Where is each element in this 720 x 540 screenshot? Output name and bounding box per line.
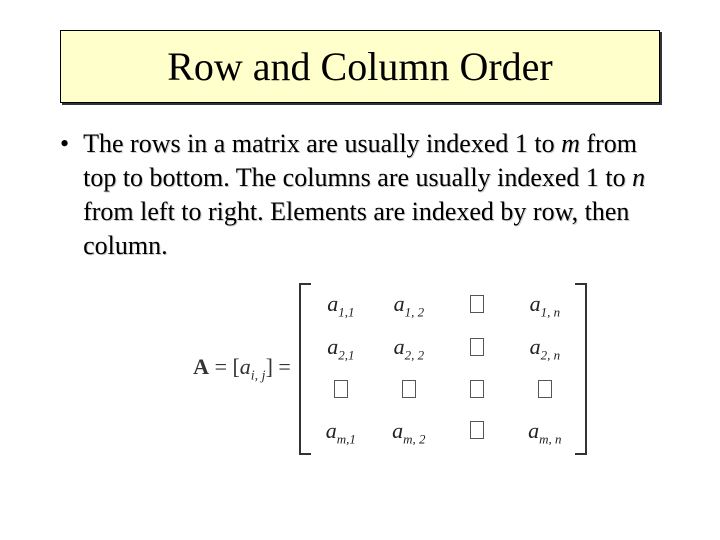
matrix-cell: [525, 378, 565, 404]
sub-ij: i, j: [251, 368, 266, 383]
cell-base: a: [392, 418, 403, 443]
matrix-cell: [389, 378, 429, 404]
sym-a: a: [240, 354, 251, 379]
matrix-cell: a2, n: [525, 334, 565, 363]
matrix: a1,1 a1, 2 a1, n a2,1 a2, 2 a2, n am,1 a…: [299, 283, 587, 455]
var-n: n: [632, 163, 645, 192]
bullet-post: from left to right. Elements are indexed…: [83, 197, 629, 260]
slide: Row and Column Order • The rows in a mat…: [0, 0, 720, 540]
placeholder-icon: [470, 380, 484, 398]
matrix-cell: a1, 2: [389, 291, 429, 320]
matrix-cell: a2,1: [321, 334, 361, 363]
cell-sub: 1, n: [541, 304, 561, 319]
sym-A: A: [193, 354, 209, 379]
title-box: Row and Column Order: [60, 30, 660, 103]
cell-sub: m,1: [337, 431, 356, 446]
cell-base: a: [327, 291, 338, 316]
cell-sub: m, n: [539, 431, 561, 446]
matrix-cell: a1, n: [525, 291, 565, 320]
bracket-right-icon: [575, 283, 587, 455]
cell-base: a: [327, 334, 338, 359]
cell-base: a: [394, 291, 405, 316]
matrix-cell: [321, 378, 361, 404]
formula-lhs: A = [ai, j] =: [193, 354, 291, 384]
cell-sub: 2, 2: [405, 348, 425, 363]
matrix-cell: am, 2: [389, 418, 429, 447]
bullet-dot-icon: •: [60, 127, 69, 161]
cell-base: a: [530, 291, 541, 316]
matrix-cell: [457, 336, 497, 362]
eq1: = [: [209, 354, 240, 379]
matrix-grid: a1,1 a1, 2 a1, n a2,1 a2, 2 a2, n am,1 a…: [311, 283, 575, 455]
placeholder-icon: [470, 421, 484, 439]
placeholder-icon: [538, 380, 552, 398]
cell-sub: m, 2: [403, 431, 425, 446]
placeholder-icon: [470, 295, 484, 313]
cell-sub: 2,1: [338, 348, 354, 363]
page-title: Row and Column Order: [81, 43, 639, 90]
matrix-cell: [457, 378, 497, 404]
matrix-cell: am,1: [321, 418, 361, 447]
placeholder-icon: [402, 380, 416, 398]
cell-sub: 1, 2: [405, 304, 425, 319]
cell-base: a: [528, 418, 539, 443]
eq2: ] =: [266, 354, 291, 379]
bullet-item: • The rows in a matrix are usually index…: [40, 127, 680, 263]
bullet-text: The rows in a matrix are usually indexed…: [83, 127, 660, 263]
var-m: m: [561, 129, 580, 158]
matrix-cell: [457, 419, 497, 445]
bullet-pre: The rows in a matrix are usually indexed…: [83, 129, 561, 158]
matrix-cell: a1,1: [321, 291, 361, 320]
placeholder-icon: [470, 338, 484, 356]
cell-base: a: [326, 418, 337, 443]
matrix-cell: am, n: [525, 418, 565, 447]
cell-sub: 1,1: [338, 304, 354, 319]
matrix-cell: [457, 293, 497, 319]
placeholder-icon: [334, 380, 348, 398]
cell-base: a: [530, 334, 541, 359]
matrix-formula: A = [ai, j] = a1,1 a1, 2 a1, n a2,1 a2, …: [40, 283, 680, 455]
cell-sub: 2, n: [541, 348, 561, 363]
cell-base: a: [394, 334, 405, 359]
bracket-left-icon: [299, 283, 311, 455]
matrix-cell: a2, 2: [389, 334, 429, 363]
